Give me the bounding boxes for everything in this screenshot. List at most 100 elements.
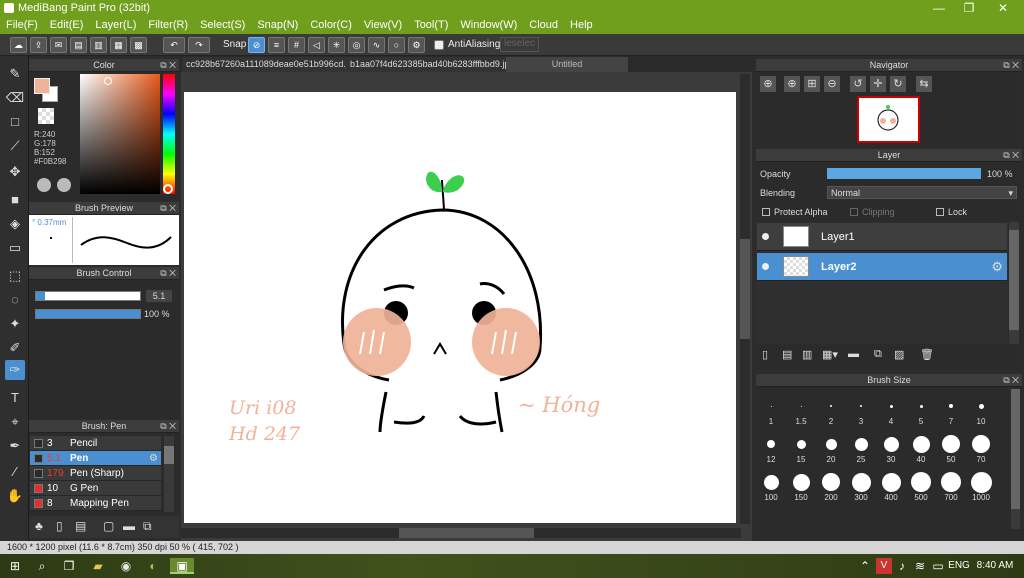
new-8bit-layer-icon[interactable]: ▥: [802, 348, 812, 361]
brush-size-option[interactable]: 1.5: [786, 395, 816, 426]
layer-list-scrollbar[interactable]: [1009, 222, 1019, 344]
brush-size-option[interactable]: 700: [936, 471, 966, 502]
snap-radial-icon[interactable]: ✳: [328, 37, 345, 53]
search-icon[interactable]: ⌕: [34, 558, 50, 574]
lock-checkbox[interactable]: [936, 208, 944, 216]
rectangle-tool-icon[interactable]: □: [5, 112, 25, 132]
brush-tool-icon[interactable]: ✎: [5, 64, 25, 84]
delete-layer-icon[interactable]: 🗑: [920, 348, 934, 361]
dot-tool-icon[interactable]: ⟋: [5, 136, 25, 156]
brush-size-option[interactable]: 70: [966, 433, 996, 464]
primary-color-swatch[interactable]: [34, 78, 50, 94]
snap-off-icon[interactable]: ⊘: [248, 37, 265, 53]
brush-size-option[interactable]: 12: [756, 433, 786, 464]
brush-size-option[interactable]: 300: [846, 471, 876, 502]
operation-tool-icon[interactable]: ⌖: [5, 412, 25, 432]
menu-view[interactable]: View(V): [358, 17, 408, 34]
panel-close-icon[interactable]: ⧉ ✕: [1003, 374, 1019, 387]
layer-list-scroll-thumb[interactable]: [1009, 230, 1019, 330]
menu-filter[interactable]: Filter(R): [142, 17, 194, 34]
tab-untitled[interactable]: Untitled: [506, 57, 628, 72]
document-icon[interactable]: ▥: [90, 37, 107, 53]
wifi-icon[interactable]: ≋: [912, 558, 928, 574]
antialiasing-checkbox[interactable]: [434, 40, 444, 50]
palette-icon[interactable]: [37, 178, 51, 192]
brush-size-option[interactable]: 10: [966, 395, 996, 426]
bucket-tool-icon[interactable]: ◈: [5, 214, 25, 234]
zoom-in-icon[interactable]: ⊕: [784, 76, 800, 92]
brush-item-g-pen[interactable]: 10 G Pen: [30, 481, 161, 496]
snap-parallel-icon[interactable]: ≡: [268, 37, 285, 53]
hue-slider[interactable]: [163, 74, 175, 194]
snap-curve-icon[interactable]: ∿: [368, 37, 385, 53]
panel-close-icon[interactable]: ⧉ ✕: [1003, 59, 1019, 72]
upload-icon[interactable]: ⇪: [30, 37, 47, 53]
clock[interactable]: 8:40 AM: [976, 558, 1014, 574]
canvas-horizontal-thumb[interactable]: [399, 528, 534, 538]
canvas-horizontal-scrollbar[interactable]: [181, 528, 741, 538]
duplicate-layer-icon[interactable]: ⧉: [874, 348, 882, 361]
transparent-color-swatch[interactable]: [38, 108, 54, 124]
menu-window[interactable]: Window(W): [454, 17, 523, 34]
menu-cloud[interactable]: Cloud: [523, 17, 564, 34]
brush-size-option[interactable]: 500: [906, 471, 936, 502]
brush-settings-icon[interactable]: ⚙: [149, 451, 158, 466]
text-tool-icon[interactable]: T: [5, 388, 25, 408]
brush-size-option[interactable]: 400: [876, 471, 906, 502]
snap-ellipse-icon[interactable]: ○: [388, 37, 405, 53]
new-layer-icon[interactable]: ▯: [762, 348, 768, 361]
menu-edit[interactable]: Edit(E): [44, 17, 90, 34]
brush-size-option[interactable]: 2: [816, 395, 846, 426]
hand-tool-icon[interactable]: ✋: [5, 486, 25, 506]
brush-size-scrollbar[interactable]: [1011, 389, 1020, 529]
menu-select[interactable]: Select(S): [194, 17, 251, 34]
brush-size-option[interactable]: 3: [846, 395, 876, 426]
color-picker-handle[interactable]: [104, 77, 112, 85]
brush-opacity-slider[interactable]: [35, 309, 141, 319]
tray-chevron-icon[interactable]: ⌃: [857, 558, 873, 574]
flip-icon[interactable]: ⇆: [916, 76, 932, 92]
merge-layer-icon[interactable]: ▨: [894, 348, 904, 361]
comment-icon[interactable]: ✉: [50, 37, 67, 53]
menu-help[interactable]: Help: [564, 17, 599, 34]
snap-grid-icon[interactable]: #: [288, 37, 305, 53]
brush-size-slider[interactable]: [35, 291, 141, 301]
menu-tool[interactable]: Tool(T): [408, 17, 454, 34]
menu-color[interactable]: Color(C): [304, 17, 358, 34]
duplicate-brush-icon[interactable]: ⧉: [143, 519, 152, 534]
layer-settings-icon[interactable]: ⚙: [991, 259, 1003, 275]
new-halftone-layer-icon[interactable]: ▤: [782, 348, 792, 361]
add-brush-icon[interactable]: ♣: [35, 519, 43, 533]
brush-size-option[interactable]: 20: [816, 433, 846, 464]
snap-perspective-icon[interactable]: ◁: [308, 37, 325, 53]
magic-wand-tool-icon[interactable]: ✦: [5, 314, 25, 334]
new-brush-icon[interactable]: ▯: [56, 519, 63, 533]
volume-icon[interactable]: ♪: [894, 558, 910, 574]
brush-size-option[interactable]: 15: [786, 433, 816, 464]
brush-size-option[interactable]: 40: [906, 433, 936, 464]
clipping-checkbox[interactable]: [850, 208, 858, 216]
visibility-icon[interactable]: [762, 233, 769, 240]
brush-size-option[interactable]: 1000: [966, 471, 996, 502]
zoom-fit-icon[interactable]: ⊕: [760, 76, 776, 92]
layer-opacity-slider[interactable]: [827, 168, 981, 179]
zoom-actual-icon[interactable]: ⊞: [804, 76, 820, 92]
menu-snap[interactable]: Snap(N): [251, 17, 304, 34]
tray-app-icon[interactable]: V: [876, 558, 892, 574]
brush-menu-icon[interactable]: ▤: [75, 519, 86, 533]
color-saturation-field[interactable]: [80, 74, 160, 194]
panel-close-icon[interactable]: ⧉ ✕: [160, 267, 176, 280]
minimize-button[interactable]: —: [924, 0, 954, 17]
chrome-icon[interactable]: ◉: [118, 558, 134, 574]
brush-item-pen-sharp[interactable]: 179 Pen (Sharp): [30, 466, 161, 481]
cloud-icon[interactable]: ☁: [10, 37, 27, 53]
layer-row-layer1[interactable]: Layer1: [757, 223, 1007, 251]
protect-alpha-checkbox[interactable]: [762, 208, 770, 216]
panel-close-icon[interactable]: ⧉ ✕: [160, 202, 176, 215]
language-indicator[interactable]: ENG: [948, 558, 970, 574]
folder-icon[interactable]: ▬: [123, 519, 135, 533]
brush-size-option[interactable]: 50: [936, 433, 966, 464]
brush-size-scroll-thumb[interactable]: [1011, 389, 1020, 509]
brush-list-scrollbar[interactable]: [164, 436, 174, 512]
canvas-vertical-thumb[interactable]: [740, 239, 750, 339]
